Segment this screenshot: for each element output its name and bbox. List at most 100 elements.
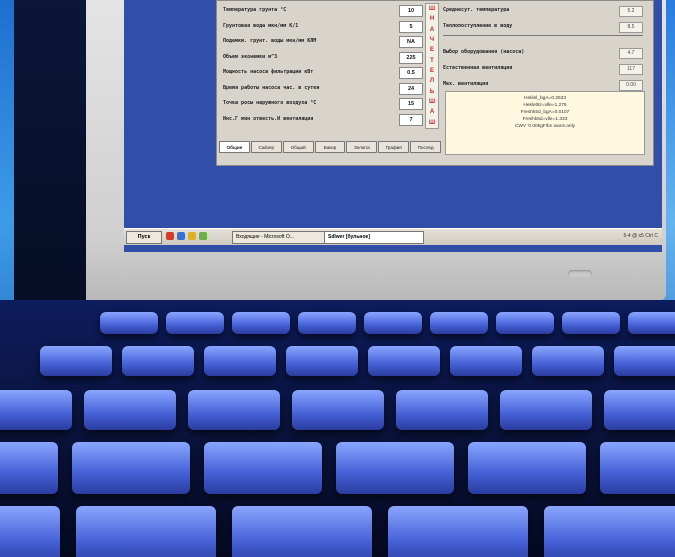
keyboard-key (122, 346, 194, 376)
keyboard-key (628, 312, 675, 334)
keyboard-key (614, 346, 675, 376)
strip-letter: Ш (428, 6, 436, 13)
result-label: Среднесут. температура (443, 7, 510, 13)
app-window: Температура грунта °С 10 Грунтовая вода м… (216, 0, 654, 166)
param-row: Мощность насоса фильтрации кВт 0.5 (221, 65, 441, 81)
monitor: Температура грунта °С 10 Грунтовая вода м… (86, 0, 666, 300)
param-input[interactable]: 15 (399, 98, 423, 110)
keyboard-key (604, 390, 675, 430)
explorer-icon[interactable] (177, 232, 185, 240)
browser-icon[interactable] (166, 232, 174, 240)
keyboard-key (500, 390, 592, 430)
keyboard-key (532, 346, 604, 376)
info-box: Heklel_bgA=0.2533 Heklel5z=vlle=1.275 Fr… (445, 91, 645, 155)
keyboard-key (468, 442, 586, 494)
strip-letter: Н (429, 16, 435, 23)
param-row: Объем эконемки м^3 225 (221, 50, 441, 66)
keyboard-key (232, 312, 290, 334)
keyboard-key (396, 390, 488, 430)
taskbar-item-outlook[interactable]: Входящие - Microsoft O... (232, 231, 328, 244)
keyboard-key (496, 312, 554, 334)
result-label: Естественная вентиляция (443, 65, 513, 71)
strip-letter: Ь (429, 88, 435, 95)
strip-letter: А (429, 109, 435, 116)
strip-letter: А (429, 26, 435, 33)
keyboard-key (0, 390, 72, 430)
param-label: Время работы насоса час. в сутки (223, 84, 320, 91)
desktop-icon[interactable] (199, 232, 207, 240)
keyboard-key (232, 506, 372, 557)
keyboard-key (364, 312, 422, 334)
tab-last[interactable]: Послед (410, 141, 442, 153)
info-line: Freshk5d=vlle=1.333 (522, 117, 568, 122)
keyboard-key (562, 312, 620, 334)
strip-letter: Ш (428, 119, 436, 126)
tab-bar: Общие Сайзер Общий Бакер Зелюта Графия П… (219, 141, 442, 153)
result-row: Среднесут. температура 5.2 (443, 3, 649, 19)
keyboard-key (298, 312, 356, 334)
strip-letter: Ч (429, 37, 435, 44)
param-row: Температура грунта °С 10 (221, 3, 441, 19)
result-value: 8.5 (619, 22, 643, 33)
param-input[interactable]: 24 (399, 82, 423, 95)
result-label: Теплопоступление в воду (443, 23, 513, 29)
results-divider (443, 35, 643, 36)
param-row: Точка росы наружного воздуха °С 15 (221, 96, 441, 112)
param-row: Время работы насоса час. в сутки 24 (221, 81, 441, 97)
tab-sizer[interactable]: Сайзер (250, 141, 282, 153)
param-input[interactable]: 225 (399, 51, 423, 64)
param-input[interactable]: 0.5 (399, 67, 423, 79)
keyboard-key (0, 442, 58, 494)
tab-common[interactable]: Общий (282, 141, 314, 153)
result-value: 0.00 (619, 80, 643, 91)
keyboard-key (0, 506, 60, 557)
param-input[interactable]: NA (399, 36, 423, 48)
param-input[interactable]: 5 (399, 20, 423, 33)
param-label: Точка росы наружного воздуха °С (223, 100, 317, 106)
param-label: Подемкм. грунт. воды мкн/мм КЛМ (223, 38, 317, 44)
keyboard-key (188, 390, 280, 430)
result-value: 4.7 (619, 48, 643, 59)
keyboard-key (450, 346, 522, 376)
tab-general[interactable]: Общие (219, 141, 250, 153)
keyboard-key (166, 312, 224, 334)
vertical-strip: Ш Н А Ч Е Т Е Л Ь Ш А Ш (425, 3, 439, 129)
keyboard-key (388, 506, 528, 557)
strip-letter: Т (430, 57, 434, 64)
param-row: Инс.Г мин отвесть.И вентиляция 7 (221, 112, 441, 128)
param-input[interactable]: 7 (399, 113, 423, 126)
keyboard-key (368, 346, 440, 376)
param-label: Температура грунта °С (223, 7, 287, 13)
info-line: Heklel_bgA=0.2533 (523, 96, 566, 101)
result-row: Выбор оборудования (насоса) 4.7 (443, 45, 649, 61)
keyboard-key (72, 442, 190, 494)
keyboard-key (336, 442, 454, 494)
param-label: Объем эконемки м^3 (223, 53, 278, 60)
taskbar-item-app[interactable]: Sdlwer [бульное] (324, 231, 424, 244)
taskbar: Пуск Входящие - Microsoft O... Sdlwer [б… (124, 228, 662, 245)
left-parameters: Температура грунта °С 10 Грунтовая вода м… (221, 3, 441, 127)
folder-icon[interactable] (188, 232, 196, 240)
keyboard-key (40, 346, 112, 376)
tab-graphs[interactable]: Графия (378, 141, 410, 153)
result-value: 5.2 (619, 6, 643, 17)
power-button (568, 270, 592, 278)
param-label: Грунтовая вода мкн/мм К/1 (223, 22, 299, 29)
info-line: Heklel5z=vlle=1.275 (523, 103, 567, 108)
param-label: Мощность насоса фильтрации кВт (223, 69, 314, 75)
param-input[interactable]: 10 (399, 5, 423, 17)
tab-currency[interactable]: Зелюта (346, 141, 378, 153)
keyboard-key (430, 312, 488, 334)
keyboard-key (204, 346, 276, 376)
result-row: Естественная вентиляция 117 (443, 61, 649, 77)
strip-letter: Ш (428, 99, 436, 106)
system-tray: 5-4 @ x5 Ctrl C (623, 233, 658, 239)
keyboard-key (544, 506, 675, 557)
param-row: Подемкм. грунт. воды мкн/мм КЛМ NA (221, 34, 441, 50)
result-label: Выбор оборудования (насоса) (443, 49, 525, 55)
keyboard (0, 300, 675, 557)
monitor-screen: Температура грунта °С 10 Грунтовая вода м… (124, 0, 662, 252)
start-button[interactable]: Пуск (126, 231, 162, 244)
keyboard-key (286, 346, 358, 376)
tab-tank[interactable]: Бакер (314, 141, 346, 153)
